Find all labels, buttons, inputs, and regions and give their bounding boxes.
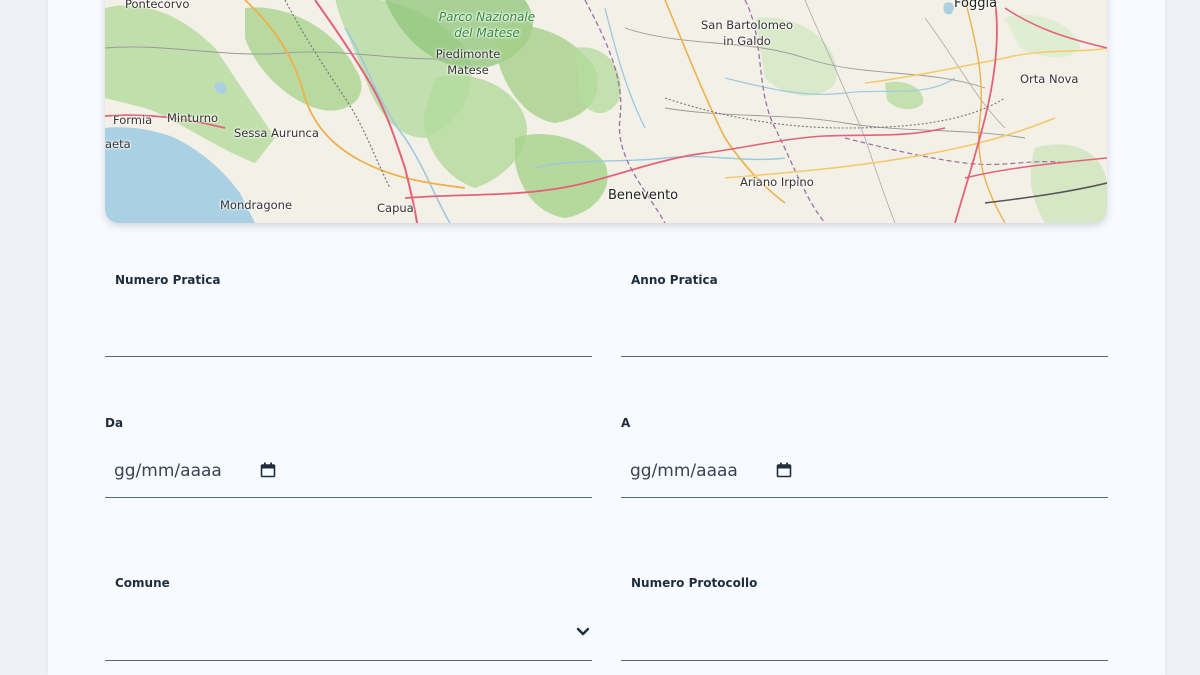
numero-protocollo-label: Numero Protocollo [631, 576, 758, 590]
map-label-formia: Formia [113, 113, 153, 127]
numero-pratica-underline [105, 356, 592, 357]
map-label-foggia: Foggia [954, 0, 998, 11]
map-view[interactable]: Pontecorvo Parco Nazionale del Matese Pi… [105, 0, 1107, 223]
da-underline [105, 497, 592, 498]
da-date-field[interactable]: Da gg/mm/aaaa [105, 405, 592, 501]
map-label-gaeta: aeta [105, 137, 131, 151]
anno-pratica-field[interactable]: Anno Pratica [621, 262, 1108, 358]
map-label-in-galdo: in Galdo [723, 34, 771, 48]
map-label-del-matese: del Matese [454, 26, 520, 40]
map-label-capua: Capua [377, 201, 414, 215]
map-label-piedimonte-matese: Matese [447, 63, 489, 77]
map-label-san-bartolomeo: San Bartolomeo [700, 18, 794, 32]
da-label: Da [105, 416, 124, 430]
a-label: A [621, 416, 631, 430]
comune-label: Comune [115, 576, 170, 590]
anno-pratica-underline [621, 356, 1108, 357]
map-tiles [105, 0, 1107, 223]
chevron-down-icon[interactable] [576, 627, 590, 637]
map-label-orta-nova: Orta Nova [1020, 72, 1079, 86]
map-label-piedimonte: Piedimonte [435, 47, 501, 61]
da-date-input[interactable]: gg/mm/aaaa [114, 461, 222, 481]
calendar-icon[interactable] [260, 462, 276, 478]
comune-select[interactable]: Comune [105, 565, 592, 663]
map-label-pontecorvo: Pontecorvo [125, 0, 190, 11]
numero-protocollo-underline [621, 660, 1108, 661]
comune-underline [105, 660, 592, 661]
map-label-benevento: Benevento [608, 188, 679, 203]
numero-pratica-field[interactable]: Numero Pratica [105, 262, 592, 358]
map-label-mondragone: Mondragone [220, 198, 293, 212]
map-label-sessa-aurunca: Sessa Aurunca [234, 126, 319, 140]
anno-pratica-label: Anno Pratica [631, 273, 718, 287]
map-label-ariano-irpino: Ariano Irpino [740, 175, 814, 189]
map-label-parco-nazionale: Parco Nazionale [438, 10, 536, 24]
a-date-input[interactable]: gg/mm/aaaa [630, 461, 738, 481]
numero-pratica-label: Numero Pratica [115, 273, 221, 287]
map-label-minturno: Minturno [167, 111, 219, 125]
a-underline [621, 497, 1108, 498]
calendar-icon[interactable] [776, 462, 792, 478]
numero-protocollo-field[interactable]: Numero Protocollo [621, 565, 1108, 663]
a-date-field[interactable]: A gg/mm/aaaa [621, 405, 1108, 501]
